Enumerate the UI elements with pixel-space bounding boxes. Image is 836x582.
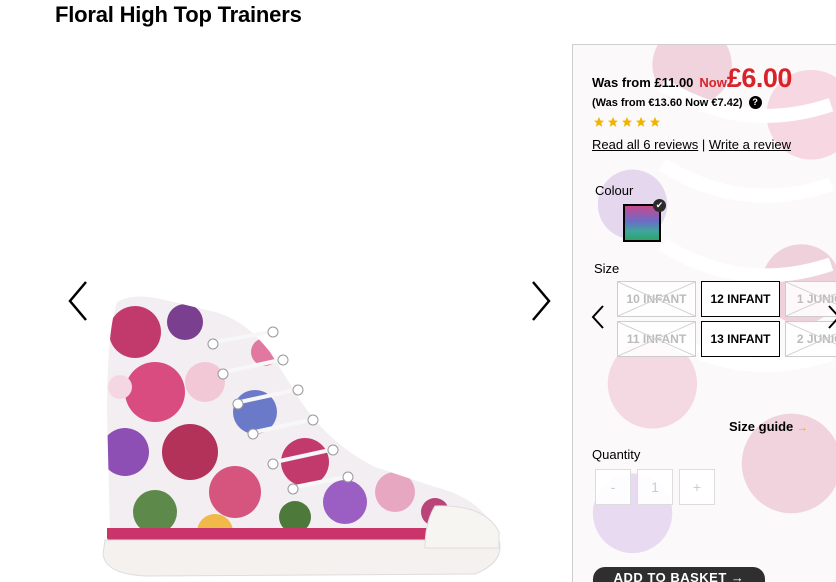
gallery-next-button[interactable] [523,276,559,326]
size-option[interactable]: 10 INFANT [617,281,696,317]
euro-price: (Was from €13.60 Now €7.42) ? [592,96,762,109]
product-image[interactable] [95,292,515,582]
chevron-left-icon [591,305,604,329]
size-option[interactable]: 13 INFANT [701,321,780,357]
chevron-right-icon [828,305,836,329]
purchase-panel: Was from £11.00 Now£6.00 (Was from €13.60… [572,44,836,582]
gallery-prev-button[interactable] [60,276,96,326]
colour-label: Colour [595,183,634,198]
arrow-right-icon: → [796,422,808,434]
product-image-gallery [55,44,565,582]
unavailable-strike-icon [618,322,695,356]
star-icon [594,117,604,127]
star-icon [622,117,632,127]
quantity-label: Quantity [592,447,641,462]
now-price: £6.00 [726,63,793,93]
star-icon [636,117,646,127]
read-reviews-link[interactable]: Read all 6 reviews [592,137,698,152]
page-title: Floral High Top Trainers [55,2,302,27]
size-options: 10 INFANT12 INFANT1 JUNIOR11 INFANT13 IN… [617,281,836,361]
size-option[interactable]: 12 INFANT [701,281,780,317]
size-next-button[interactable] [825,302,836,332]
was-price: Was from £11.00 [592,75,694,90]
quantity-increase-button[interactable]: + [679,469,715,505]
quantity-decrease-button[interactable]: - [595,469,631,505]
colour-swatch-selected[interactable]: ✔ [623,199,666,242]
now-label: Now [699,75,727,90]
help-icon[interactable]: ? [748,96,762,109]
add-to-basket-button[interactable]: ADD TO BASKET → [593,567,765,582]
star-icon [650,117,660,127]
chevron-left-icon [68,281,87,321]
size-guide-link[interactable]: Size guide → [729,419,808,434]
chevron-right-icon [532,281,551,321]
reviews-links: Read all 6 reviews | Write a review [592,137,791,152]
unavailable-strike-icon [618,282,695,316]
quantity-input[interactable]: 1 [637,469,673,505]
write-review-link[interactable]: Write a review [709,137,791,152]
star-rating [593,116,661,128]
size-label: Size [594,261,620,276]
price-row: Was from £11.00 Now£6.00 [592,63,792,94]
star-icon [608,117,618,127]
reviews-separator: | [701,137,706,152]
size-guide-label: Size guide [729,419,794,434]
euro-price-text: (Was from €13.60 Now €7.42) [592,96,743,109]
check-icon: ✔ [653,199,666,212]
size-option[interactable]: 11 INFANT [617,321,696,357]
size-prev-button[interactable] [589,302,607,332]
